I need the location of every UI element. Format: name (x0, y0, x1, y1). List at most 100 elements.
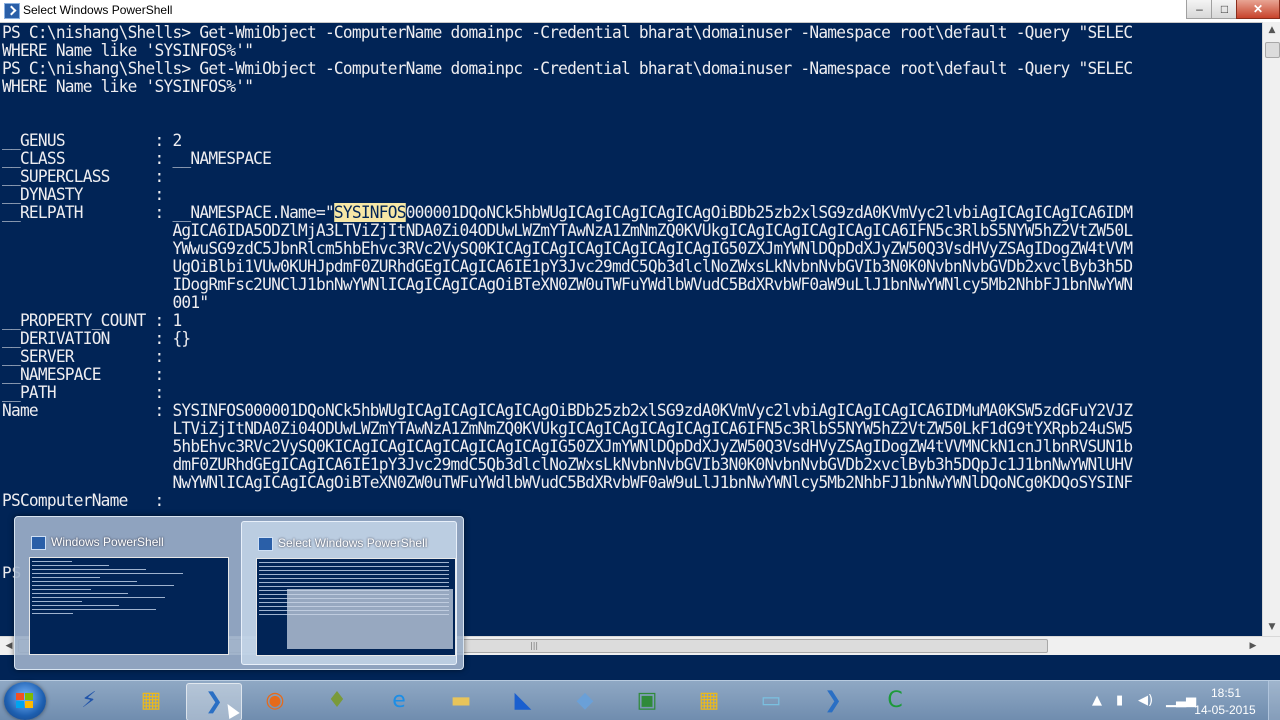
console-line: __SERVER : (2, 347, 164, 366)
console-line: __PROPERTY_COUNT : 1 (2, 311, 182, 330)
folder-icon: ▬ (450, 688, 472, 713)
preview-line (32, 593, 128, 594)
taskbar-item[interactable]: ❯ (806, 683, 860, 719)
vertical-scrollbar[interactable]: ▲ ▼ (1262, 22, 1280, 636)
taskbar-item[interactable]: ◉ (248, 683, 302, 719)
cube-icon: ◆ (576, 688, 594, 713)
preview-line (259, 578, 449, 579)
volume-icon[interactable]: ◀) (1138, 693, 1153, 708)
console-line: __DERIVATION : {} (2, 329, 191, 348)
preview-text-block (287, 589, 453, 649)
preview-line (259, 574, 449, 575)
console-line: LTViZjItNDA0Zi04ODUwLWZmYTAwNzA1ZmNmZQ0K… (2, 419, 1133, 438)
scroll-grip-icon: ||| (530, 641, 539, 650)
preview-line (259, 562, 449, 563)
console-line: UgOiBlbi1VUw0KUHJpdmF0ZURhdGEgICAgICA6IE… (2, 257, 1133, 276)
vertical-scroll-thumb[interactable] (1265, 42, 1280, 58)
taskbar-item[interactable]: ⚡ (62, 683, 116, 719)
powershell-icon (258, 537, 273, 551)
onion-icon: ♦ (327, 688, 347, 713)
selected-text-highlight[interactable]: SYSINFOS (333, 203, 406, 222)
preview-line (32, 597, 165, 598)
thumbnail-preview (256, 558, 456, 656)
maximize-button[interactable]: □ (1211, 0, 1238, 19)
network-tool-icon: ⚡ (81, 688, 97, 713)
thumbnail-select-windows-powershell[interactable]: Select Windows PowerShell (241, 521, 457, 665)
terminal-icon: ▣ (636, 688, 658, 713)
console-line: NwYWNlICAgICAgICAgOiBTeXN0ZW0uTWFuYWdlbW… (2, 473, 1133, 492)
taskbar-item[interactable]: ▣ (620, 683, 674, 719)
taskbar-item[interactable]: ▦ (124, 683, 178, 719)
console-line: 001" (2, 293, 209, 312)
show-hidden-icons-icon[interactable]: ▲ (1092, 693, 1102, 708)
console-line: IDogRmFsc2UNClJ1bnNwYWNlICAgICAgICAgOiBT… (2, 275, 1133, 294)
preview-line (259, 566, 449, 567)
console-line: __RELPATH : __NAMESPACE.Name="SYSINFOS00… (2, 203, 1133, 222)
preview-line (259, 570, 449, 571)
console-line: 5hbEhvc3RVc2VySQ0KICAgICAgICAgICAgICAgIC… (2, 437, 1133, 456)
preview-line (32, 605, 119, 606)
console-line: __DYNASTY : (2, 185, 164, 204)
taskbar-thumbnail-popup: Windows PowerShell Select Windows PowerS… (14, 516, 464, 670)
console-line: __NAMESPACE : (2, 365, 164, 384)
clock-time[interactable]: 18:51 (1196, 686, 1256, 700)
firefox-icon: ◉ (265, 688, 285, 713)
preview-line (32, 609, 156, 610)
console-line: PS C:\nishang\Shells> Get-WmiObject -Com… (2, 59, 1133, 78)
show-desktop-button[interactable] (1268, 681, 1280, 720)
minimize-button[interactable]: – (1186, 0, 1213, 19)
taskbar: ⚡ ▦ ❯ ◉ ♦ e ▬ ◣ ◆ ▣ ▦ ▭ ❯ C ▲ ▮ ◀) ▁▃▅ 18:51 14-05-20… (0, 680, 1280, 720)
preview-line (259, 586, 449, 587)
scroll-down-arrow-icon[interactable]: ▼ (1263, 619, 1280, 636)
virtualbox-icon-2: ▦ (698, 688, 720, 713)
preview-line (259, 582, 449, 583)
console-line: dmF0ZURhdGEgICAgICA6IE1pY3Jvc29mdC5Qb3dl… (2, 455, 1133, 474)
scroll-up-arrow-icon[interactable]: ▲ (1263, 22, 1280, 39)
shark-icon: ◣ (514, 688, 532, 713)
preview-line (32, 561, 72, 562)
console-line: PS C:\nishang\Shells> Get-WmiObject -Com… (2, 23, 1133, 42)
powershell-window-icon[interactable] (4, 3, 20, 19)
start-button[interactable] (4, 682, 46, 720)
relpath-value: 000001DQoNCk5hbWUgICAgICAgICAgICAgOiBDb2… (405, 203, 1133, 222)
powershell-icon-2: ❯ (823, 688, 843, 713)
console-line: __CLASS : __NAMESPACE (2, 149, 272, 168)
preview-line (32, 577, 100, 578)
preview-line (32, 613, 73, 614)
taskbar-item[interactable]: ◣ (496, 683, 550, 719)
virtualbox-icon: ▦ (140, 688, 162, 713)
console-line: __SUPERCLASS : (2, 167, 164, 186)
clock-date[interactable]: 14-05-2015 (1190, 703, 1260, 717)
close-button[interactable]: ✕ (1236, 0, 1280, 19)
preview-line (32, 565, 109, 566)
taskbar-item[interactable]: ▭ (744, 683, 798, 719)
console-line: WHERE Name like 'SYSINFOS%'" (2, 77, 254, 96)
taskbar-item[interactable]: C (868, 683, 922, 719)
thumbnail-label: Select Windows PowerShell (278, 536, 428, 550)
preview-line (32, 585, 174, 586)
preview-line (32, 573, 183, 574)
scroll-right-arrow-icon[interactable]: ▶ (1244, 637, 1262, 655)
ie-icon: e (392, 688, 406, 713)
powershell-icon (31, 536, 46, 550)
console-line: __GENUS : 2 (2, 131, 182, 150)
title-bar[interactable]: Select Windows PowerShell – □ ✕ (0, 0, 1280, 23)
preview-line (32, 589, 91, 590)
thumbnail-windows-powershell[interactable]: Windows PowerShell (15, 521, 229, 663)
taskbar-item[interactable]: e (372, 683, 426, 719)
thumbnail-label: Windows PowerShell (51, 535, 164, 549)
console-line: YWwuSG9zdC5JbnRlcm5hbEhvc3RVc2VySQ0KICAg… (2, 239, 1133, 258)
preview-line (32, 581, 137, 582)
console-line: AgICA6IDA5ODZlMjA3LTViZjItNDA0Zi04ODUwLW… (2, 221, 1133, 240)
notepad-icon: ▭ (760, 688, 782, 713)
taskbar-item[interactable]: ♦ (310, 683, 364, 719)
thumbnail-preview (29, 557, 229, 655)
window-title: Select Windows PowerShell (23, 3, 173, 17)
windows-logo-icon (16, 693, 34, 709)
console-line: __PATH : (2, 383, 164, 402)
taskbar-item[interactable]: ▬ (434, 683, 488, 719)
taskbar-item[interactable]: ◆ (558, 683, 612, 719)
battery-icon[interactable]: ▮ (1116, 693, 1123, 708)
taskbar-item[interactable]: ▦ (682, 683, 736, 719)
preview-line (32, 569, 146, 570)
